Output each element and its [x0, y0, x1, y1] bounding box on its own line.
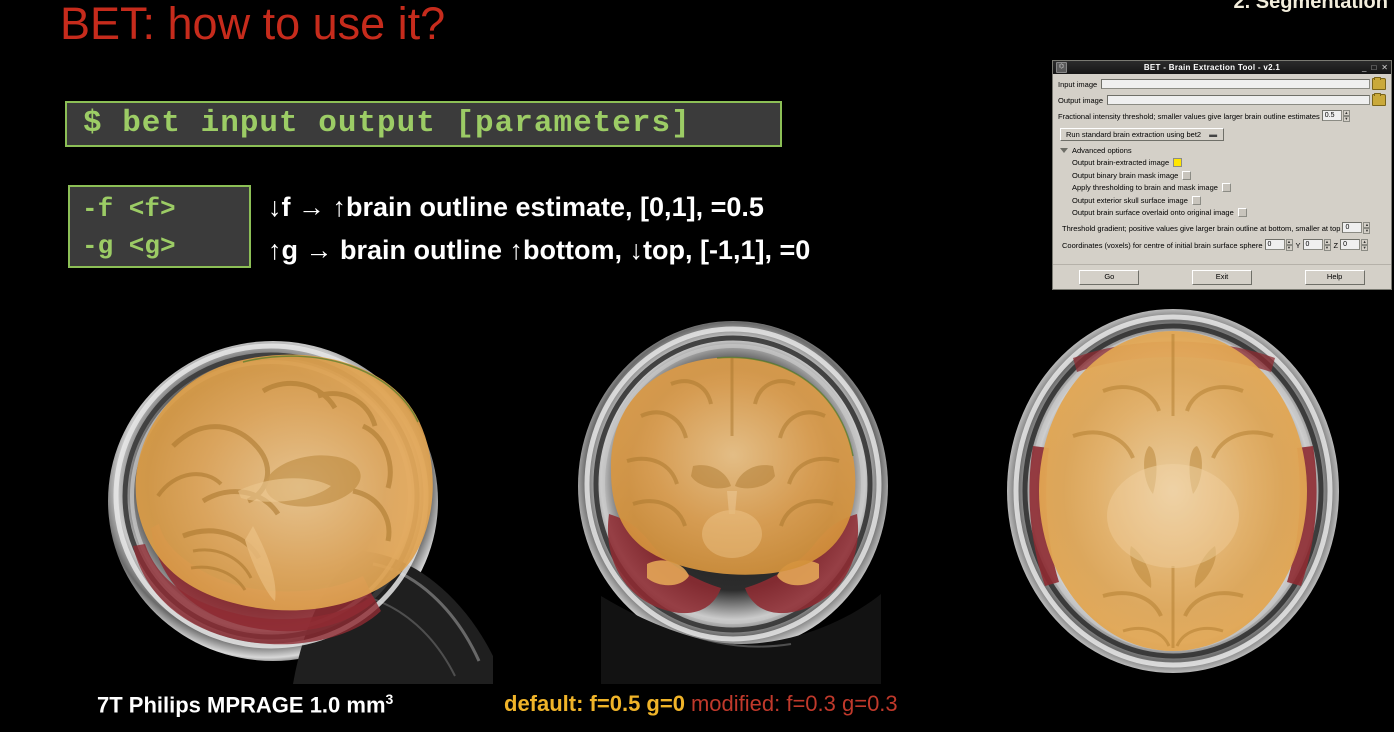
folder-browse-icon[interactable]: [1372, 77, 1386, 90]
bet-dialog-window[interactable]: ⌬ BET - Brain Extraction Tool - v2.1 _ □…: [1052, 60, 1392, 290]
params-caption: default: f=0.5 g=0 modified: f=0.3 g=0.3: [504, 691, 898, 717]
advanced-option-row[interactable]: Output exterior skull surface image: [1072, 195, 1386, 205]
sagittal-brain-image: [63, 296, 533, 684]
coordinate-x-value[interactable]: 0: [1264, 239, 1285, 250]
advanced-options-header[interactable]: Advanced options: [1060, 146, 1386, 155]
threshold-gradient-value[interactable]: 0: [1342, 222, 1363, 233]
coordinates-row: Coordinates (voxels) for centre of initi…: [1062, 239, 1386, 251]
threshold-gradient-label: Threshold gradient; positive values give…: [1062, 223, 1341, 233]
coordinates-label: Coordinates (voxels) for centre of initi…: [1062, 240, 1263, 250]
checkbox-icon[interactable]: [1173, 158, 1183, 167]
output-image-row: Output image: [1058, 93, 1386, 106]
bet-dialog-buttons: Go Exit Help: [1053, 264, 1391, 285]
command-line-box: $ bet input output [parameters]: [65, 101, 782, 147]
coordinate-z-value[interactable]: 0: [1340, 239, 1361, 250]
coordinate-y-label: Y: [1295, 240, 1301, 250]
coronal-brain-image: [541, 296, 941, 684]
spin-down-icon[interactable]: ▼: [1323, 245, 1331, 251]
advanced-option-label: Apply thresholding to brain and mask ima…: [1072, 183, 1218, 192]
coordinate-z-spin-buttons[interactable]: ▲ ▼: [1361, 239, 1369, 251]
output-image-label: Output image: [1058, 95, 1104, 105]
checkbox-icon[interactable]: [1182, 170, 1192, 180]
advanced-option-label: Output brain surface overlaid onto origi…: [1072, 208, 1234, 217]
advanced-option-row[interactable]: Output brain surface overlaid onto origi…: [1072, 208, 1386, 217]
advanced-option-label: Output brain-extracted image: [1072, 158, 1170, 167]
threshold-gradient-spin-buttons[interactable]: ▲ ▼: [1363, 222, 1371, 234]
flag-g-description: ↑g → brain outline ↑bottom, ↓top, [-1,1]…: [268, 235, 811, 265]
modified-params-label: modified: f=0.3 g=0.3: [690, 691, 898, 716]
coordinate-z-stepper[interactable]: 0 ▲ ▼: [1340, 239, 1369, 251]
coordinate-y-spin-buttons[interactable]: ▲ ▼: [1323, 239, 1331, 251]
fractional-threshold-label: Fractional intensity threshold; smaller …: [1058, 111, 1320, 121]
bet-dialog-titlebar[interactable]: ⌬ BET - Brain Extraction Tool - v2.1 _ □…: [1053, 61, 1391, 74]
scan-caption-text: 7T Philips MPRAGE 1.0 mm: [97, 692, 386, 718]
coordinate-y-stepper[interactable]: 0 ▲ ▼: [1302, 239, 1331, 251]
spin-down-icon[interactable]: ▼: [1363, 228, 1371, 234]
fractional-threshold-value[interactable]: 0.5: [1321, 110, 1342, 121]
flag-g-code: -g <g>: [82, 231, 176, 261]
bet-dialog-body: Input image Output image Fractional inte…: [1053, 74, 1391, 289]
coordinate-x-stepper[interactable]: 0 ▲ ▼: [1264, 239, 1293, 251]
page-title: BET: how to use it?: [60, 0, 446, 49]
fractional-threshold-stepper[interactable]: 0.5 ▲ ▼: [1321, 110, 1350, 122]
close-icon[interactable]: ✕: [1381, 63, 1388, 72]
input-image-row: Input image: [1058, 77, 1386, 90]
go-button[interactable]: Go: [1079, 270, 1140, 285]
advanced-option-label: Output binary brain mask image: [1072, 170, 1179, 180]
checkbox-icon[interactable]: [1221, 183, 1231, 192]
input-image-label: Input image: [1058, 79, 1098, 89]
spin-down-icon[interactable]: ▼: [1285, 245, 1293, 251]
coordinate-z-label: Z: [1333, 240, 1339, 250]
fractional-threshold-row: Fractional intensity threshold; smaller …: [1058, 110, 1386, 122]
advanced-option-row[interactable]: Output binary brain mask image: [1072, 170, 1386, 180]
spin-down-icon[interactable]: ▼: [1342, 116, 1350, 122]
optionmenu-indicator-icon: ▬: [1209, 129, 1218, 139]
help-button[interactable]: Help: [1304, 270, 1365, 285]
maximize-icon[interactable]: □: [1371, 63, 1376, 72]
brain-image-strip: [63, 296, 1394, 684]
section-tag: 2. Segmentation: [1233, 0, 1388, 13]
default-params-label: default: f=0.5 g=0: [504, 691, 685, 716]
advanced-option-label: Output exterior skull surface image: [1072, 195, 1188, 205]
threshold-gradient-row: Threshold gradient; positive values give…: [1062, 222, 1386, 234]
flag-f-code: -f <f>: [82, 194, 176, 224]
advanced-option-row[interactable]: Output brain-extracted image: [1072, 158, 1386, 167]
bet-dialog-title: BET - Brain Extraction Tool - v2.1: [1143, 63, 1281, 72]
advanced-options-label: Advanced options: [1072, 146, 1132, 155]
chevron-down-icon[interactable]: [1060, 148, 1068, 153]
output-image-field[interactable]: [1107, 95, 1370, 105]
threshold-gradient-stepper[interactable]: 0 ▲ ▼: [1342, 222, 1371, 234]
advanced-option-row[interactable]: Apply thresholding to brain and mask ima…: [1072, 183, 1386, 192]
input-image-field[interactable]: [1101, 79, 1370, 89]
spin-down-icon[interactable]: ▼: [1361, 245, 1369, 251]
scan-caption-superscript: 3: [385, 691, 394, 707]
checkbox-icon[interactable]: [1191, 195, 1201, 205]
extraction-mode-optionmenu[interactable]: Run standard brain extraction using bet2…: [1060, 128, 1225, 141]
fractional-threshold-spin-buttons[interactable]: ▲ ▼: [1342, 110, 1350, 122]
exit-button[interactable]: Exit: [1191, 270, 1252, 285]
extraction-mode-label: Run standard brain extraction using bet2: [1066, 130, 1202, 139]
flag-f-description: ↓f → ↑brain outline estimate, [0,1], =0.…: [268, 192, 764, 222]
minimize-icon[interactable]: _: [1362, 63, 1366, 72]
folder-browse-icon[interactable]: [1372, 93, 1386, 106]
axial-brain-image: [953, 296, 1394, 684]
coordinate-x-spin-buttons[interactable]: ▲ ▼: [1285, 239, 1293, 251]
app-icon: ⌬: [1056, 62, 1067, 73]
scan-caption: 7T Philips MPRAGE 1.0 mm3: [97, 691, 393, 718]
coordinate-y-value[interactable]: 0: [1302, 239, 1323, 250]
checkbox-icon[interactable]: [1237, 208, 1247, 217]
flags-box: -f <f> -g <g>: [68, 185, 251, 268]
